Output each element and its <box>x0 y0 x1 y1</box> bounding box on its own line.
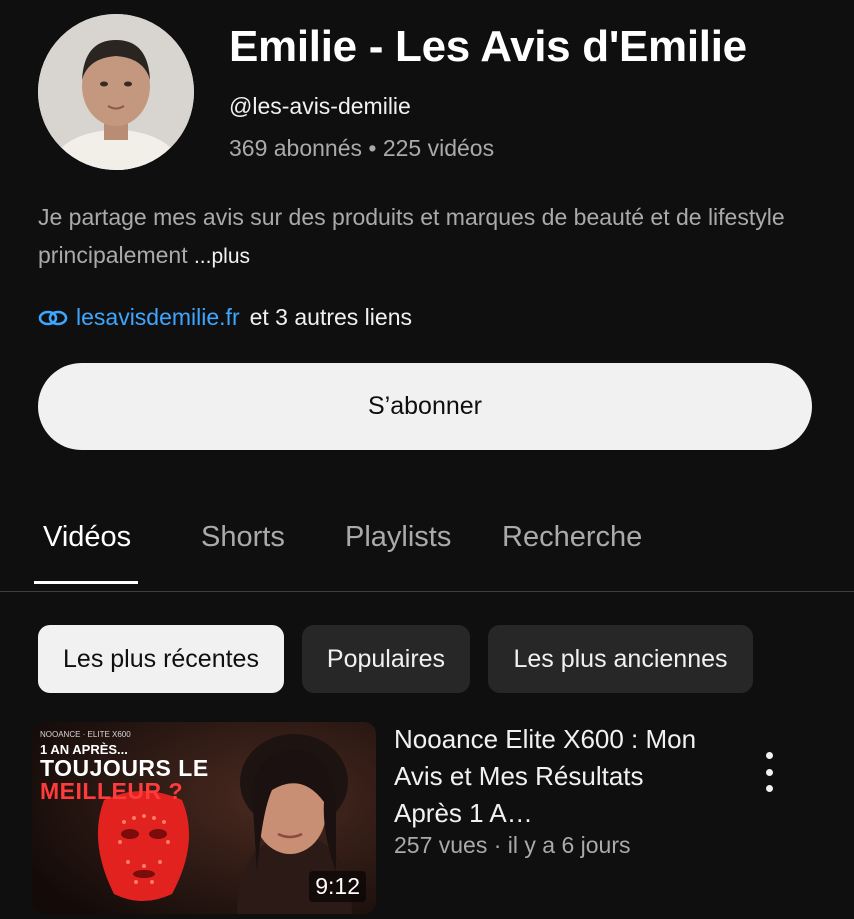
description-text: Je partage mes avis sur des produits et … <box>38 204 785 268</box>
avatar-image <box>38 14 194 170</box>
more-vert-icon[interactable] <box>756 752 782 792</box>
thumbnail-caption-3: MEILLEUR ? <box>40 778 183 804</box>
more-link[interactable]: ...plus <box>194 245 250 268</box>
link-icon <box>38 307 68 329</box>
thumbnail-brand: NOOANCE · ELITE X600 <box>40 730 131 739</box>
channel-tabs: Vidéos Shorts Playlists Recherche <box>0 505 854 592</box>
channel-handle: @les-avis-demilie <box>229 93 411 119</box>
channel-title: Emilie - Les Avis d'Emilie <box>229 22 747 71</box>
channel-link[interactable]: lesavisdemilie.fr <box>76 304 240 331</box>
video-meta: 257 vues · il y a 6 jours <box>394 832 631 858</box>
channel-avatar[interactable] <box>38 14 194 170</box>
tab-shorts[interactable]: Shorts <box>201 521 285 554</box>
tab-playlists[interactable]: Playlists <box>345 521 451 554</box>
filter-chip-recent[interactable]: Les plus récentes <box>38 625 284 693</box>
channel-stats: 369 abonnés • 225 vidéos <box>229 135 495 161</box>
video-title[interactable]: Nooance Elite X600 : Mon Avis et Mes Rés… <box>394 721 714 832</box>
channel-page: Emilie - Les Avis d'Emilie @les-avis-dem… <box>0 0 854 919</box>
other-links[interactable]: et 3 autres liens <box>250 304 412 331</box>
subscribe-button[interactable]: S’abonner <box>38 363 812 450</box>
channel-description[interactable]: Je partage mes avis sur des produits et … <box>38 198 818 276</box>
filter-chip-popular[interactable]: Populaires <box>302 625 470 693</box>
channel-links: lesavisdemilie.fr et 3 autres liens <box>38 304 412 331</box>
video-duration: 9:12 <box>309 871 366 902</box>
tab-videos[interactable]: Vidéos <box>43 521 131 554</box>
video-thumbnail[interactable]: NOOANCE · ELITE X600 1 AN APRÈS... TOUJO… <box>32 722 376 914</box>
tab-search[interactable]: Recherche <box>502 521 642 554</box>
active-tab-indicator <box>34 581 138 584</box>
filter-chip-oldest[interactable]: Les plus anciennes <box>488 625 753 693</box>
